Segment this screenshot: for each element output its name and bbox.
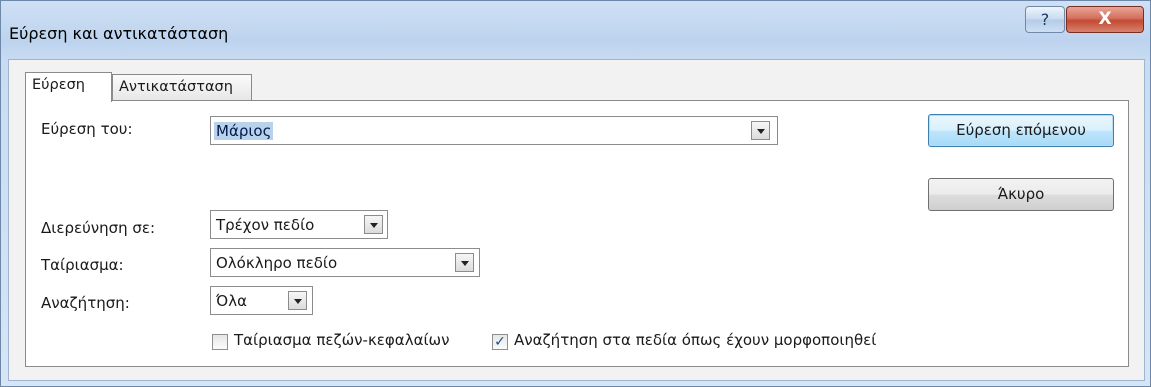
search-direction-value: Όλα — [216, 292, 247, 310]
match-label: Ταίριασμα: — [41, 256, 124, 274]
find-what-label: Εύρεση του: — [41, 120, 133, 138]
find-next-button[interactable]: Εύρεση επόμενου — [928, 114, 1114, 147]
close-button[interactable]: X — [1066, 6, 1144, 33]
chevron-down-icon[interactable] — [455, 253, 474, 272]
cancel-button[interactable]: Άκυρο — [928, 178, 1114, 211]
find-replace-dialog: Εύρεση και αντικατάσταση ? X Εύρεση Αντι… — [0, 0, 1151, 387]
dialog-body: Εύρεση Αντικατάσταση Εύρεση του: Μάριος … — [8, 59, 1145, 381]
search-direction-label: Αναζήτηση: — [41, 294, 130, 312]
match-value: Ολόκληρο πεδίο — [216, 254, 338, 272]
match-combo[interactable]: Ολόκληρο πεδίο — [210, 248, 480, 277]
chevron-down-icon[interactable] — [751, 121, 770, 140]
look-in-label: Διερεύνηση σε: — [41, 219, 156, 237]
match-case-checkbox[interactable] — [212, 334, 228, 350]
match-case-label[interactable]: Ταίριασμα πεζών-κεφαλαίων — [234, 331, 449, 349]
tab-replace[interactable]: Αντικατάσταση — [112, 74, 252, 101]
search-formatted-checkbox[interactable]: ✓ — [492, 334, 508, 350]
chevron-down-icon[interactable] — [364, 215, 383, 234]
title-bar[interactable]: Εύρεση και αντικατάσταση ? X — [1, 1, 1150, 59]
close-icon: X — [1098, 9, 1112, 29]
help-button[interactable]: ? — [1025, 6, 1065, 33]
help-icon: ? — [1040, 10, 1050, 29]
look-in-combo[interactable]: Τρέχον πεδίο — [210, 210, 388, 239]
search-direction-combo[interactable]: Όλα — [210, 286, 313, 315]
search-formatted-label[interactable]: Αναζήτηση στα πεδία όπως έχουν μορφοποιη… — [514, 331, 876, 349]
find-what-value: Μάριος — [214, 122, 274, 140]
look-in-value: Τρέχον πεδίο — [216, 216, 315, 234]
dialog-title: Εύρεση και αντικατάσταση — [9, 24, 229, 43]
find-what-combo[interactable]: Μάριος — [210, 116, 778, 145]
find-tab-panel: Εύρεση του: Μάριος Διερεύνηση σε: Τρέχον… — [25, 100, 1129, 367]
chevron-down-icon[interactable] — [288, 291, 307, 310]
tab-find[interactable]: Εύρεση — [25, 72, 112, 102]
